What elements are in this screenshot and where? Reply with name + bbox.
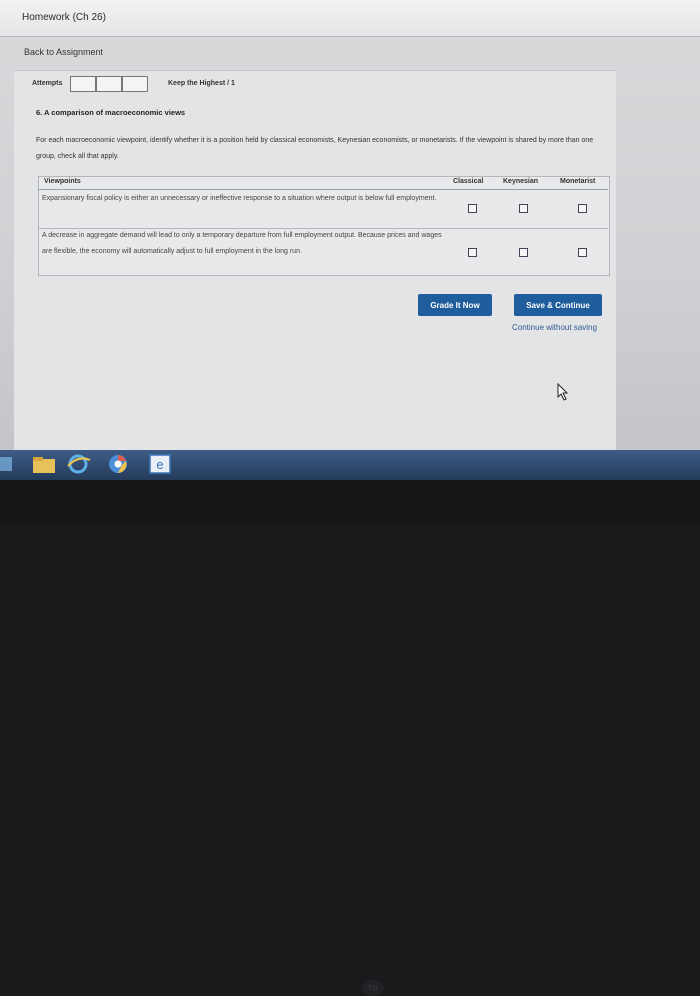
attempts-label: Attempts: [32, 80, 63, 87]
internet-explorer-icon[interactable]: [64, 453, 92, 475]
page-title: Homework (Ch 26): [22, 12, 106, 23]
attempt-box: [96, 76, 122, 92]
windows-start-icon[interactable]: [0, 453, 20, 475]
row-1-text: Expansionary fiscal policy is either an …: [42, 195, 437, 202]
keep-highest-label: Keep the Highest / 1: [168, 80, 235, 87]
row-2-monetarist-checkbox[interactable]: [578, 248, 587, 257]
chrome-icon[interactable]: [104, 453, 132, 475]
header-monetarist: Monetarist: [560, 178, 596, 185]
page-header: Homework (Ch 26): [0, 0, 700, 37]
row-2-classical-checkbox[interactable]: [468, 248, 477, 257]
row-1-keynesian-checkbox[interactable]: [519, 204, 528, 213]
row-1-monetarist-checkbox[interactable]: [578, 204, 587, 213]
header-classical: Classical: [453, 178, 484, 185]
svg-text:e: e: [156, 457, 163, 472]
continue-without-saving-link[interactable]: Continue without saving: [512, 323, 597, 332]
row-1-classical-checkbox[interactable]: [468, 204, 477, 213]
question-title: 6. A comparison of macroeconomic views: [36, 108, 186, 117]
file-explorer-icon[interactable]: [30, 453, 58, 475]
header-viewpoints: Viewpoints: [44, 178, 81, 185]
laptop-bezel: hp: [0, 480, 700, 996]
attempt-box: [122, 76, 148, 92]
browser-screen: Homework (Ch 26) Back to Assignment Atte…: [0, 0, 700, 455]
mouse-cursor-icon: [557, 383, 569, 401]
attempt-box: [70, 76, 96, 92]
grade-it-now-button[interactable]: Grade It Now: [418, 294, 492, 316]
save-and-continue-button[interactable]: Save & Continue: [514, 294, 602, 316]
back-to-assignment-link[interactable]: Back to Assignment: [24, 47, 103, 57]
row-2-text: A decrease in aggregate demand will lead…: [42, 232, 442, 255]
row-2-keynesian-checkbox[interactable]: [519, 248, 528, 257]
edge-icon[interactable]: e: [146, 453, 174, 475]
header-keynesian: Keynesian: [503, 178, 539, 185]
question-instructions: For each macroeconomic viewpoint, identi…: [36, 137, 594, 160]
table-header-divider: [38, 189, 608, 190]
hp-logo-icon: hp: [362, 980, 384, 996]
